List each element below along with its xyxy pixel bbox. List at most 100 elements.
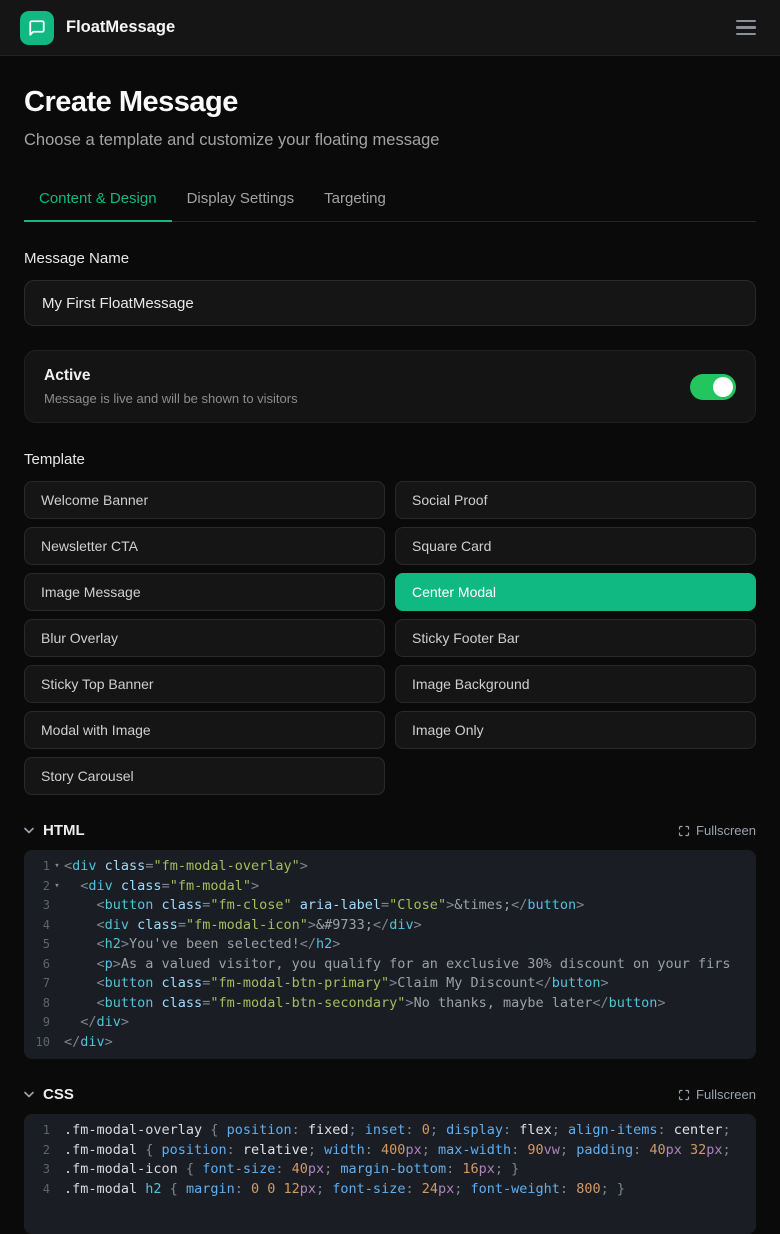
template-option-square-card[interactable]: Square Card bbox=[395, 527, 756, 565]
line-number: 8 bbox=[24, 994, 50, 1014]
code-text: .fm-modal-icon { font-size: 40px; margin… bbox=[64, 1160, 756, 1180]
css-code-section: CSS Fullscreen 1 .fm-modal-overlay { posi… bbox=[24, 1086, 756, 1234]
code-line: 3 .fm-modal-icon { font-size: 40px; margi… bbox=[24, 1160, 756, 1180]
html-section-title: HTML bbox=[43, 822, 85, 839]
fold-caret-empty bbox=[50, 955, 64, 975]
line-number: 1 bbox=[24, 857, 50, 877]
fold-caret-empty bbox=[50, 1180, 64, 1200]
line-number: 1 bbox=[24, 1121, 50, 1141]
code-line: 2▾ <div class="fm-modal"> bbox=[24, 877, 756, 897]
code-text: <h2>You've been selected!</h2> bbox=[64, 935, 756, 955]
code-text: <div class="fm-modal-icon">&#9733;</div> bbox=[64, 916, 756, 936]
code-line: 1 .fm-modal-overlay { position: fixed; in… bbox=[24, 1121, 756, 1141]
active-card: Active Message is live and will be shown… bbox=[24, 350, 756, 423]
code-line: 1▾<div class="fm-modal-overlay"> bbox=[24, 857, 756, 877]
code-text: </div> bbox=[64, 1013, 756, 1033]
template-option-welcome-banner[interactable]: Welcome Banner bbox=[24, 481, 385, 519]
template-option-modal-with-image[interactable]: Modal with Image bbox=[24, 711, 385, 749]
code-line: 4 <div class="fm-modal-icon">&#9733;</di… bbox=[24, 916, 756, 936]
line-number: 4 bbox=[24, 916, 50, 936]
page-subtitle: Choose a template and customize your flo… bbox=[24, 131, 756, 150]
template-option-image-only[interactable]: Image Only bbox=[395, 711, 756, 749]
code-text: <div class="fm-modal"> bbox=[64, 877, 756, 897]
message-square-icon bbox=[28, 19, 46, 37]
fold-caret-icon[interactable]: ▾ bbox=[50, 877, 64, 897]
css-code-editor[interactable]: 1 .fm-modal-overlay { position: fixed; in… bbox=[24, 1114, 756, 1234]
html-section-header: HTML Fullscreen bbox=[24, 822, 756, 839]
tab-display-settings[interactable]: Display Settings bbox=[172, 180, 310, 221]
template-option-newsletter-cta[interactable]: Newsletter CTA bbox=[24, 527, 385, 565]
fullscreen-icon bbox=[678, 1089, 690, 1101]
code-line: 5 <h2>You've been selected!</h2> bbox=[24, 935, 756, 955]
template-label: Template bbox=[24, 451, 756, 468]
line-number: 2 bbox=[24, 1141, 50, 1161]
code-text: .fm-modal { position: relative; width: 4… bbox=[64, 1141, 756, 1161]
line-number: 3 bbox=[24, 896, 50, 916]
fullscreen-label: Fullscreen bbox=[696, 823, 756, 838]
active-title: Active bbox=[44, 367, 298, 385]
code-text: <p>As a valued visitor, you qualify for … bbox=[64, 955, 756, 975]
active-toggle[interactable] bbox=[690, 374, 736, 400]
hamburger-menu-icon[interactable] bbox=[732, 16, 760, 40]
template-option-sticky-top-banner[interactable]: Sticky Top Banner bbox=[24, 665, 385, 703]
fold-caret-empty bbox=[50, 896, 64, 916]
code-text: <button class="fm-modal-btn-primary">Cla… bbox=[64, 974, 756, 994]
html-code-editor[interactable]: 1▾<div class="fm-modal-overlay">2▾ <div … bbox=[24, 850, 756, 1059]
fold-caret-empty bbox=[50, 1121, 64, 1141]
code-text: </div> bbox=[64, 1033, 756, 1053]
fold-caret-icon[interactable]: ▾ bbox=[50, 857, 64, 877]
template-option-center-modal[interactable]: Center Modal bbox=[395, 573, 756, 611]
tab-content-design[interactable]: Content & Design bbox=[24, 180, 172, 221]
code-line: 8 <button class="fm-modal-btn-secondary"… bbox=[24, 994, 756, 1014]
code-text: .fm-modal-overlay { position: fixed; ins… bbox=[64, 1121, 756, 1141]
line-number: 5 bbox=[24, 935, 50, 955]
active-description: Message is live and will be shown to vis… bbox=[44, 391, 298, 406]
line-number: 2 bbox=[24, 877, 50, 897]
tabs: Content & DesignDisplay SettingsTargetin… bbox=[24, 180, 756, 222]
template-option-social-proof[interactable]: Social Proof bbox=[395, 481, 756, 519]
message-name-input[interactable] bbox=[24, 280, 756, 326]
html-code-section: HTML Fullscreen 1▾<div class="fm-modal-o… bbox=[24, 822, 756, 1059]
fold-caret-empty bbox=[50, 994, 64, 1014]
fold-caret-empty bbox=[50, 1013, 64, 1033]
code-text: <div class="fm-modal-overlay"> bbox=[64, 857, 756, 877]
fold-caret-empty bbox=[50, 1141, 64, 1161]
tab-targeting[interactable]: Targeting bbox=[309, 180, 401, 221]
code-line: 4 .fm-modal h2 { margin: 0 0 12px; font-s… bbox=[24, 1180, 756, 1200]
template-option-blur-overlay[interactable]: Blur Overlay bbox=[24, 619, 385, 657]
code-line: 3 <button class="fm-close" aria-label="C… bbox=[24, 896, 756, 916]
line-number: 9 bbox=[24, 1013, 50, 1033]
code-line: 6 <p>As a valued visitor, you qualify fo… bbox=[24, 955, 756, 975]
template-grid: Welcome Banner Social Proof Newsletter CTA… bbox=[24, 481, 756, 795]
line-number: 3 bbox=[24, 1160, 50, 1180]
line-number: 6 bbox=[24, 955, 50, 975]
chevron-down-icon[interactable] bbox=[24, 827, 34, 834]
fold-caret-empty bbox=[50, 974, 64, 994]
create-message-page: Create Message Choose a template and cus… bbox=[0, 56, 780, 1234]
fullscreen-label: Fullscreen bbox=[696, 1087, 756, 1102]
app-logo bbox=[20, 11, 54, 45]
template-option-story-carousel[interactable]: Story Carousel bbox=[24, 757, 385, 795]
fold-caret-empty bbox=[50, 1160, 64, 1180]
chevron-down-icon[interactable] bbox=[24, 1091, 34, 1098]
code-line: 10</div> bbox=[24, 1033, 756, 1053]
fold-caret-empty bbox=[50, 916, 64, 936]
code-text: .fm-modal h2 { margin: 0 0 12px; font-si… bbox=[64, 1180, 756, 1200]
css-section-title: CSS bbox=[43, 1086, 74, 1103]
code-line: 7 <button class="fm-modal-btn-primary">C… bbox=[24, 974, 756, 994]
template-option-image-message[interactable]: Image Message bbox=[24, 573, 385, 611]
template-option-image-background[interactable]: Image Background bbox=[395, 665, 756, 703]
brand-name: FloatMessage bbox=[66, 18, 175, 37]
line-number: 4 bbox=[24, 1180, 50, 1200]
css-fullscreen-button[interactable]: Fullscreen bbox=[678, 1087, 756, 1102]
html-fullscreen-button[interactable]: Fullscreen bbox=[678, 823, 756, 838]
page-title: Create Message bbox=[24, 86, 756, 119]
code-text: <button class="fm-modal-btn-secondary">N… bbox=[64, 994, 756, 1014]
code-line: 9 </div> bbox=[24, 1013, 756, 1033]
template-option-sticky-footer-bar[interactable]: Sticky Footer Bar bbox=[395, 619, 756, 657]
top-bar: FloatMessage bbox=[0, 0, 780, 56]
toggle-knob bbox=[713, 377, 733, 397]
line-number: 7 bbox=[24, 974, 50, 994]
fold-caret-empty bbox=[50, 1033, 64, 1053]
code-line: 2 .fm-modal { position: relative; width: … bbox=[24, 1141, 756, 1161]
